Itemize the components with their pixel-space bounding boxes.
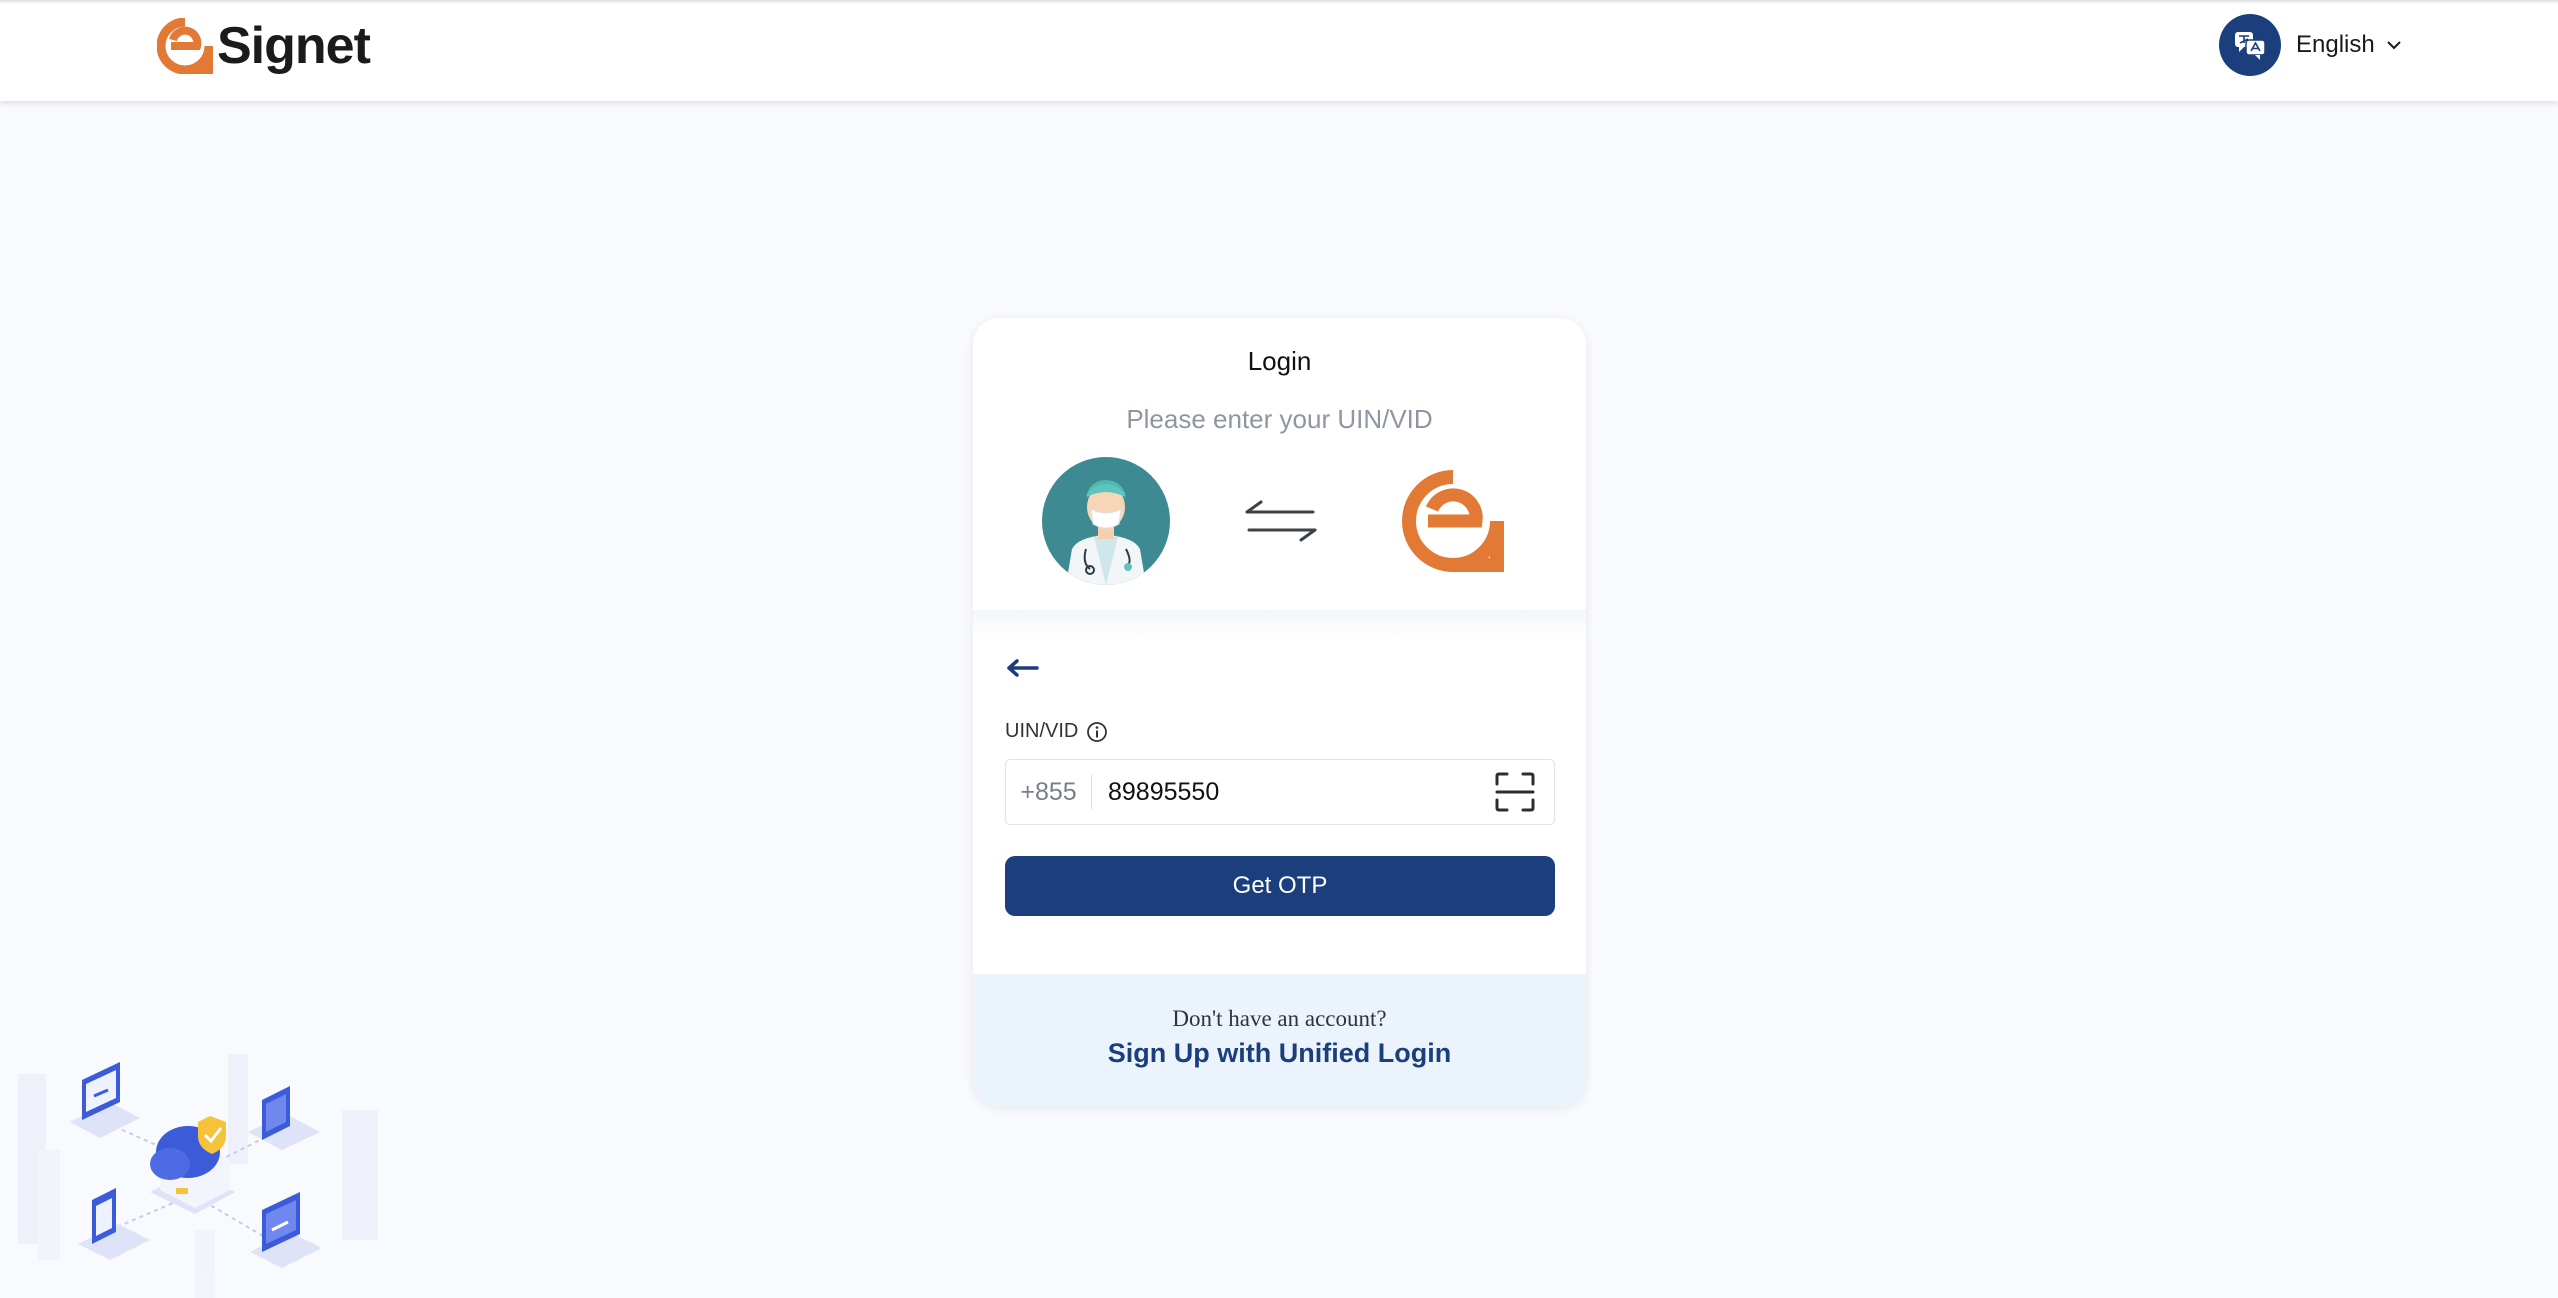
uin-input-value[interactable]: 89895550 (1092, 778, 1494, 807)
login-subtitle: Please enter your UIN/VID (1126, 404, 1433, 434)
info-icon[interactable] (1086, 721, 1108, 743)
language-icon (2219, 14, 2281, 76)
back-arrow-icon (1007, 659, 1039, 677)
chevron-down-icon (2387, 41, 2401, 50)
uin-label-text: UIN/VID (1005, 720, 1079, 742)
brand-name: Signet (217, 17, 371, 75)
signup-link[interactable]: Sign Up with Unified Login (973, 1038, 1586, 1069)
network-illustration (18, 1054, 378, 1298)
scan-icon[interactable] (1494, 771, 1536, 813)
login-card: Login Please enter your UIN/VID UIN/VID … (973, 318, 1586, 1106)
tablet-illustration (248, 1086, 320, 1150)
language-label: English (2296, 31, 2375, 58)
laptop-illustration-2 (78, 1188, 150, 1260)
country-code-prefix: +855 (1006, 775, 1092, 809)
signet-logo-icon (157, 18, 213, 74)
signet-brand-icon (1402, 470, 1504, 572)
no-account-text: Don't have an account? (1172, 1006, 1387, 1031)
signet-logo[interactable]: Signet (157, 17, 371, 75)
login-title: Login (1247, 346, 1312, 376)
top-header: Signet English (0, 0, 2558, 101)
doctor-avatar-icon (1042, 457, 1170, 585)
get-otp-button[interactable]: Get OTP (1005, 856, 1555, 916)
cloud-shield-illustration (150, 1116, 235, 1214)
uin-input-field[interactable]: +855 89895550 (1005, 759, 1555, 825)
divider-band (973, 610, 1586, 640)
back-button[interactable] (1005, 648, 1041, 688)
laptop-illustration-1 (70, 1062, 140, 1138)
laptop-illustration-3 (250, 1192, 322, 1268)
language-selector[interactable]: English (2219, 14, 2403, 76)
signup-footer: Don't have an account? Sign Up with Unif… (973, 974, 1586, 1106)
uin-field-label: UIN/VID (1005, 720, 1108, 743)
swap-arrows-icon (1245, 500, 1317, 542)
